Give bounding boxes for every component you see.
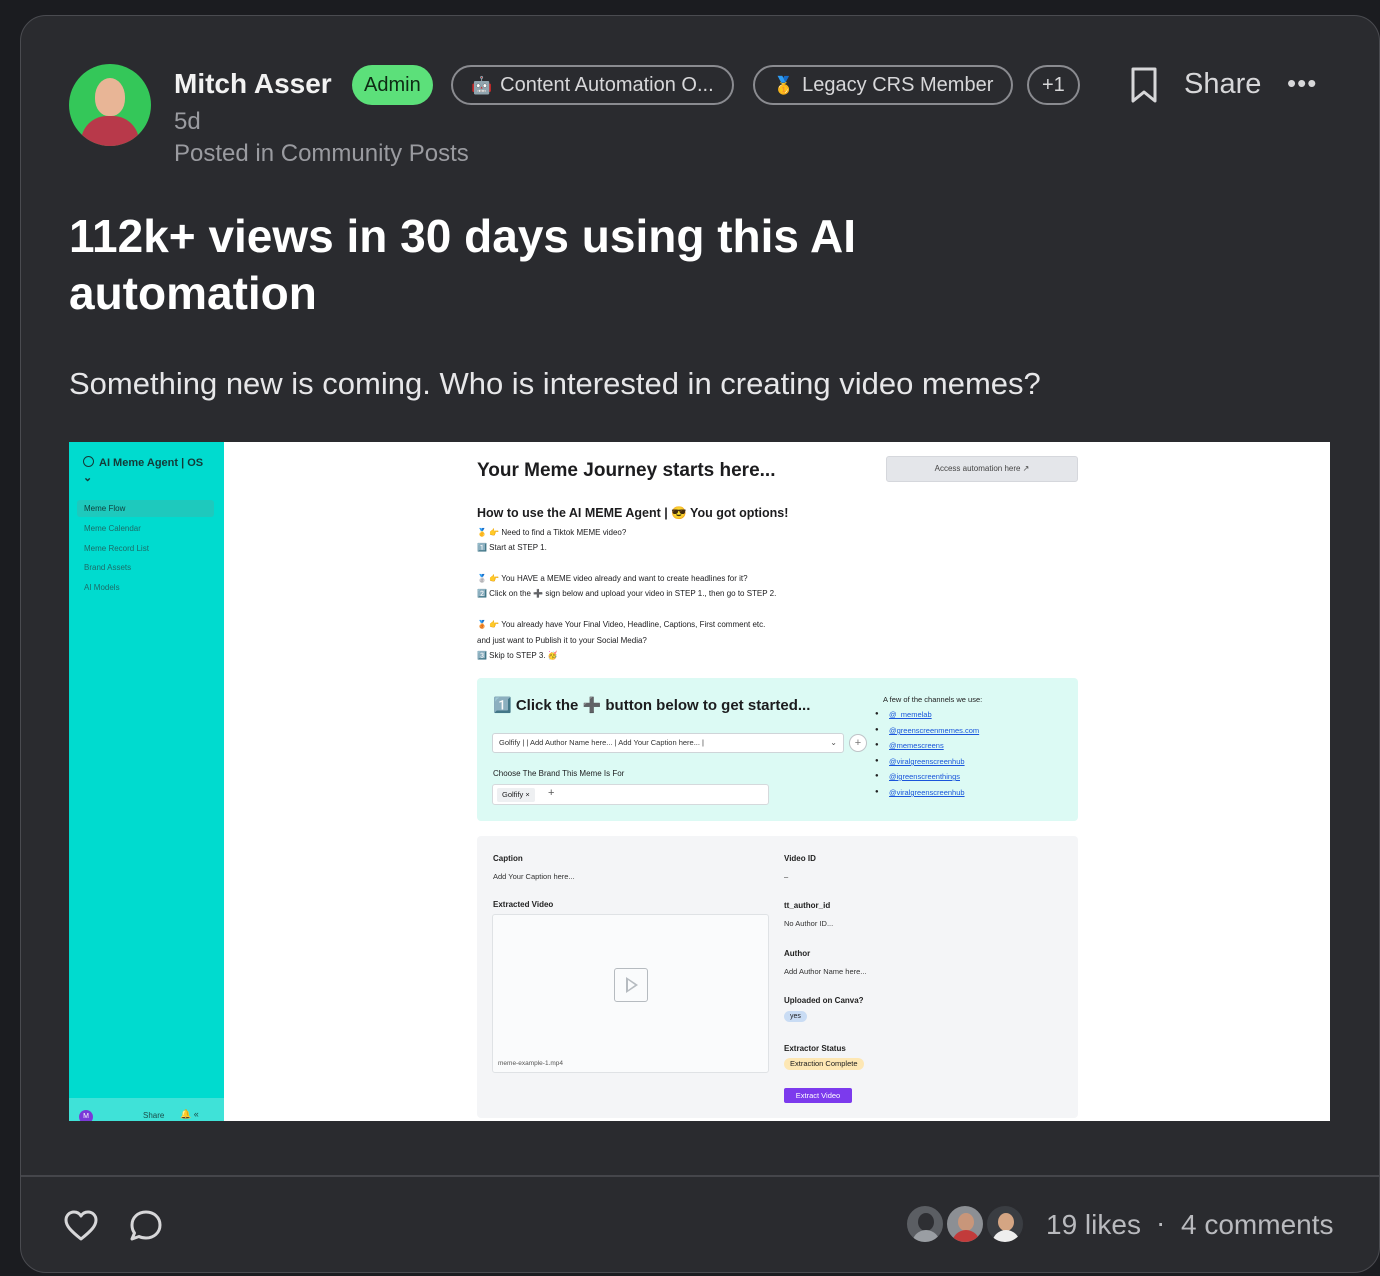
chevron-down-icon: ⌄ [830,738,837,747]
channel-link: @memescreens [875,741,944,750]
status-badge: Extraction Complete [784,1058,864,1070]
access-automation-button: Access automation here ↗ [886,456,1078,482]
category-link[interactable]: Community Posts [281,140,469,167]
share-button[interactable]: Share [1184,68,1261,101]
sidebar-item-brand-assets: Brand Assets [84,563,132,572]
bookmark-icon[interactable] [1129,66,1159,104]
heart-icon[interactable] [63,1208,99,1244]
channel-link: @greenscreenmemes.com [875,726,979,735]
author-id-label: tt_author_id [784,901,831,910]
avatar [905,1204,945,1244]
channel-link: @igreenscreenthings [875,772,960,781]
instruction-line: 3️⃣ Skip to STEP 3. 🥳 [477,651,558,660]
instruction-line: 🥉 👉 You already have Your Final Video, H… [477,620,766,629]
user-avatar: M [79,1110,93,1121]
liker-avatars[interactable] [905,1204,1029,1246]
sidebar-share: Share [143,1111,165,1120]
posted-in: Posted in Community Posts [174,140,469,167]
app-sidebar: AI Meme Agent | OS ⌄ Meme Flow Meme Cale… [69,442,224,1121]
author-avatar[interactable] [69,64,151,146]
video-id-label: Video ID [784,854,816,863]
channel-link: @viralgreenscreenhub [875,788,965,797]
add-record-icon: + [849,734,867,752]
tag-content-automation[interactable]: 🤖 Content Automation O... [451,65,734,105]
footer-divider [21,1175,1379,1177]
journey-heading: Your Meme Journey starts here... [477,460,776,481]
post-time: 5d [174,108,201,135]
smile-icon [83,456,94,467]
instruction-line: and just want to Publish it to your Soci… [477,636,647,645]
channel-link: @viralgreenscreenhub [875,757,965,766]
add-brand-icon: + [548,787,555,799]
howto-heading: How to use the AI MEME Agent | 😎 You got… [477,506,789,520]
bell-collapse-icons: 🔔 « [180,1109,199,1119]
channels-label: A few of the channels we use: [883,695,983,704]
brand-field: Golfify × + [492,784,769,805]
post-image[interactable]: AI Meme Agent | OS ⌄ Meme Flow Meme Cale… [69,442,1330,1121]
record-panel: Caption Add Your Caption here... Extract… [477,836,1078,1118]
comments-count[interactable]: 4 comments [1181,1209,1334,1241]
record-author-value: Add Author Name here... [784,967,867,976]
instruction-line: 1️⃣ Start at STEP 1. [477,543,547,552]
comment-icon[interactable] [128,1208,164,1244]
status-label: Extractor Status [784,1044,846,1053]
sidebar-item-meme-flow: Meme Flow [77,500,214,517]
app-main: Your Meme Journey starts here... Access … [224,442,1330,1121]
extract-video-button: Extract Video [784,1088,852,1103]
sidebar-item-meme-record-list: Meme Record List [84,544,149,553]
canva-label: Uploaded on Canva? [784,996,864,1005]
author-name[interactable]: Mitch Asser [174,68,332,100]
avatar [945,1204,985,1244]
instruction-line: 🥇 👉 Need to find a Tiktok MEME video? [477,528,627,537]
video-id-value: – [784,872,789,881]
author-id-value: No Author ID... [784,919,834,928]
extracted-video-label: Extracted Video [493,900,554,909]
more-options-icon[interactable]: ••• [1287,68,1317,99]
caption-value: Add Your Caption here... [493,872,575,881]
tag-legacy-crs-member[interactable]: 🥇 Legacy CRS Member [753,65,1014,105]
caption-label: Caption [493,854,523,863]
video-filename: meme-example-1.mp4 [498,1060,564,1067]
avatar [985,1204,1025,1244]
sidebar-item-meme-calendar: Meme Calendar [84,524,141,533]
post-card: Mitch Asser Admin 🤖 Content Automation O.… [20,15,1380,1273]
admin-badge: Admin [352,65,433,105]
sidebar-item-ai-models: AI Models [84,583,120,592]
instruction-line: 🥈 👉 You HAVE a MEME video already and wa… [477,574,748,583]
record-select: Golfify | | Add Author Name here... | Ad… [492,733,844,753]
sidebar-footer: M Share 🔔 « [69,1098,224,1121]
channel-link: @_memelab [875,710,932,719]
tag-more-count[interactable]: +1 [1027,65,1080,105]
brand-chip: Golfify × [497,788,535,802]
brand-label: Choose The Brand This Meme Is For [493,769,625,778]
separator: · [1156,1207,1166,1238]
step1-heading: 1️⃣ Click the ➕ button below to get star… [493,697,811,714]
robot-icon: 🤖 [471,76,493,95]
likes-count[interactable]: 19 likes [1046,1209,1141,1241]
canva-badge: yes [784,1011,807,1022]
video-preview: meme-example-1.mp4 [492,914,769,1073]
post-body: Something new is coming. Who is interest… [69,366,1041,401]
instruction-line: 2️⃣ Click on the ➕ sign below and upload… [477,589,777,598]
post-title[interactable]: 112k+ views in 30 days using this AI aut… [69,208,949,322]
medal-icon: 🥇 [773,76,795,95]
record-author-label: Author [784,949,811,958]
app-name: AI Meme Agent | OS ⌄ [83,456,204,484]
step1-panel: 1️⃣ Click the ➕ button below to get star… [477,678,1078,821]
